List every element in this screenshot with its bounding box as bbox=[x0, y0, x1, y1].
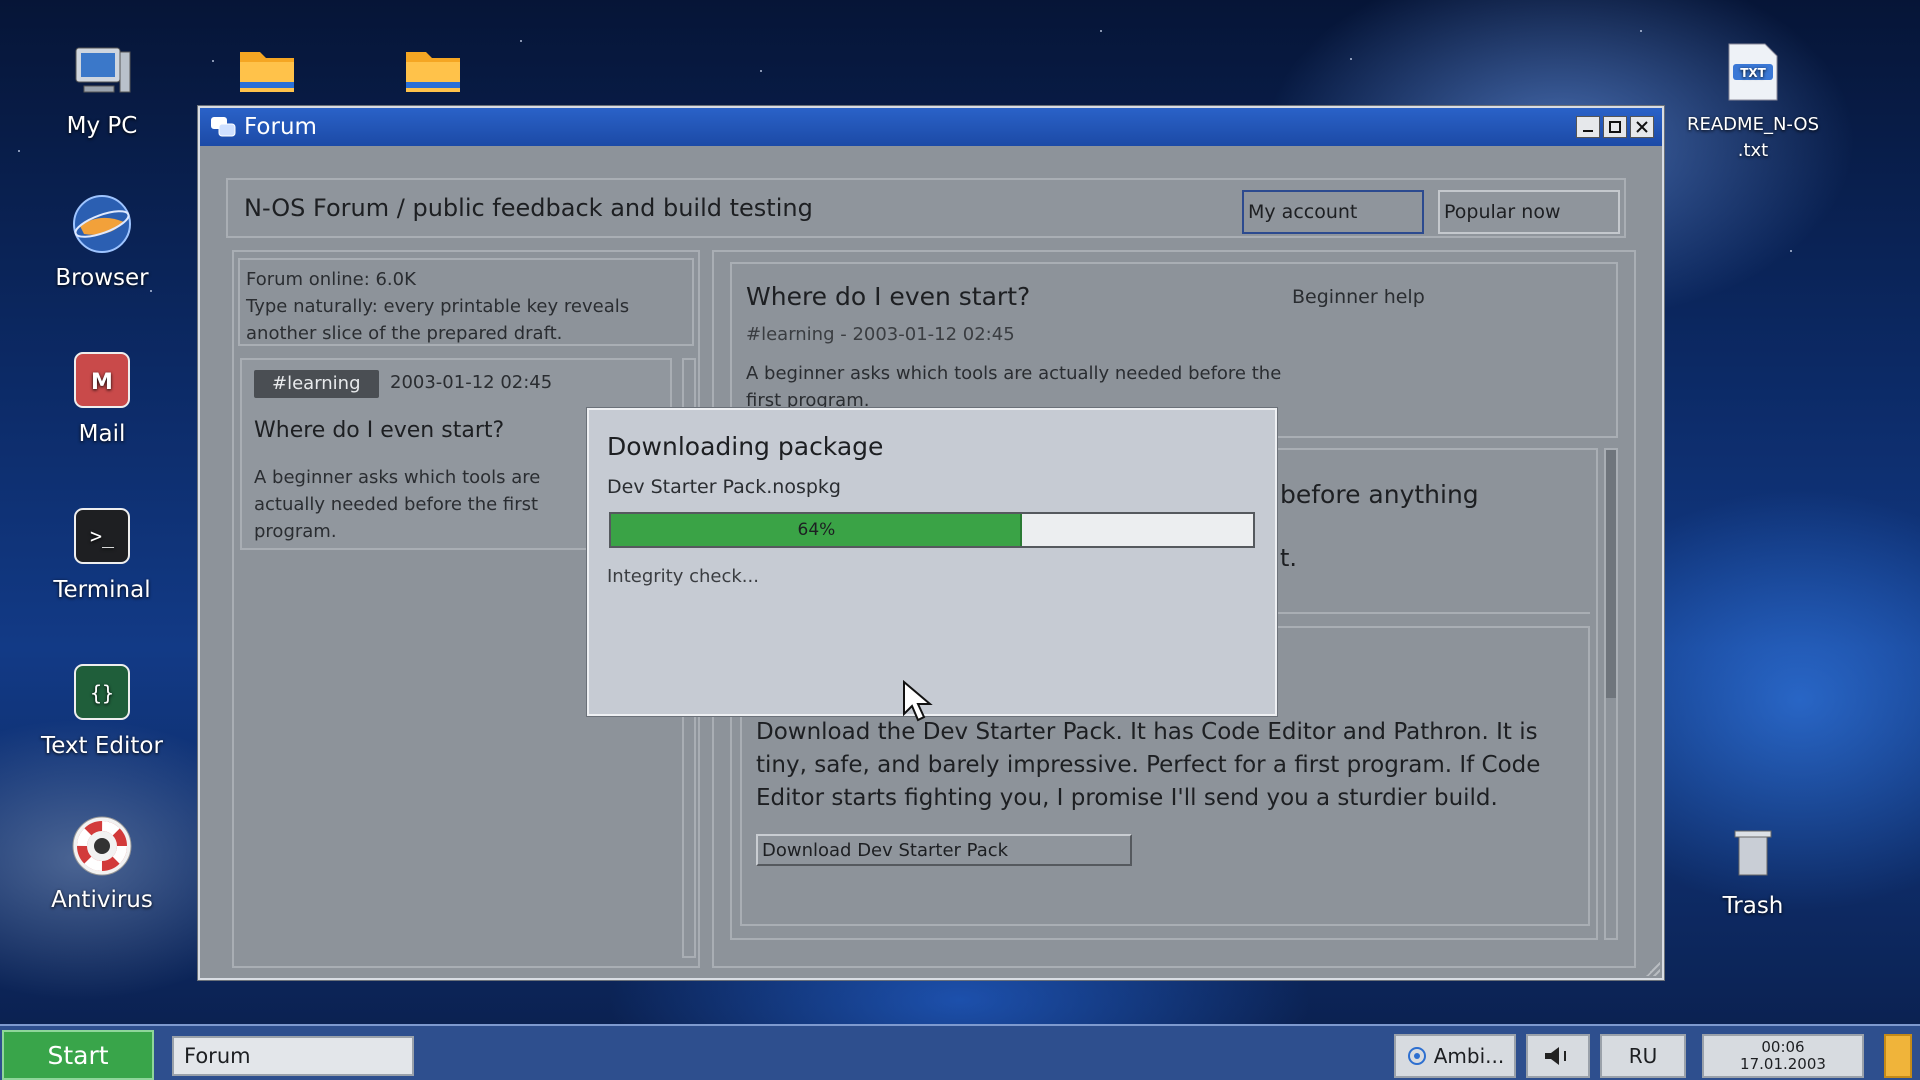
thread-view-scrollbar[interactable] bbox=[1604, 448, 1618, 940]
post-meta: #learning - 2003-01-12 02:45 bbox=[746, 324, 1015, 345]
window-titlebar[interactable]: Forum bbox=[200, 108, 1662, 146]
forum-header: N-OS Forum / public feedback and build t… bbox=[226, 178, 1626, 238]
my-account-button[interactable]: My account bbox=[1242, 190, 1424, 234]
desktop-icon-browser[interactable]: Browser bbox=[27, 192, 177, 292]
resize-grip[interactable] bbox=[1646, 962, 1660, 976]
download-dev-starter-pack-button[interactable]: Download Dev Starter Pack bbox=[756, 834, 1132, 866]
chat-bubbles-icon bbox=[211, 117, 236, 137]
readme-label-line2: .txt bbox=[1737, 140, 1769, 161]
mouse-cursor-icon bbox=[903, 680, 933, 722]
clock-date: 17.01.2003 bbox=[1740, 1055, 1826, 1073]
desktop-icon-label: Text Editor bbox=[41, 733, 163, 759]
post-category: Beginner help bbox=[1292, 286, 1425, 308]
desktop-icon-my-pc[interactable]: My PC bbox=[27, 40, 177, 140]
dialog-title: Downloading package bbox=[607, 432, 884, 461]
ambient-label: Ambi... bbox=[1433, 1044, 1505, 1068]
speaker-icon bbox=[1545, 1047, 1566, 1065]
close-button[interactable] bbox=[1630, 116, 1654, 138]
minimize-button[interactable] bbox=[1576, 116, 1600, 138]
scrollbar-thumb[interactable] bbox=[1606, 450, 1616, 698]
maximize-button[interactable] bbox=[1603, 116, 1627, 138]
popular-now-button[interactable]: Popular now bbox=[1438, 190, 1620, 234]
download-progress-bar: 64% bbox=[609, 512, 1255, 548]
taskbar: Start Forum Ambi... RU 00:06 17.01.2003 bbox=[0, 1024, 1920, 1080]
svg-text:>_: >_ bbox=[90, 524, 115, 548]
desktop-icon-label: Antivirus bbox=[51, 887, 153, 913]
desktop-icon-label: Trash bbox=[1722, 893, 1784, 919]
window-title: Forum bbox=[244, 114, 317, 140]
thread-tag: #learning bbox=[254, 370, 379, 398]
desktop-icon-trash[interactable]: Trash bbox=[1678, 820, 1828, 920]
readme-label-line1: README_N-OS bbox=[1686, 114, 1819, 135]
maximize-icon bbox=[1609, 121, 1621, 133]
desktop-icon-terminal[interactable]: >_ Terminal bbox=[27, 504, 177, 604]
desktop-icon-label: My PC bbox=[66, 113, 138, 139]
desktop-icon-antivirus[interactable]: Antivirus bbox=[27, 814, 177, 914]
taskbar-item-forum[interactable]: Forum bbox=[172, 1036, 414, 1076]
svg-text:M: M bbox=[91, 370, 113, 395]
forum-hint-text: Type naturally: every printable key reve… bbox=[246, 296, 630, 344]
folder-icon[interactable] bbox=[238, 44, 296, 98]
notification-bell-icon[interactable] bbox=[1884, 1034, 1912, 1078]
start-button[interactable]: Start bbox=[2, 1030, 154, 1080]
clock-time: 00:06 bbox=[1761, 1038, 1805, 1056]
progress-label: 64% bbox=[797, 520, 836, 540]
post-title: Where do I even start? bbox=[746, 282, 1031, 311]
forum-header-title: N-OS Forum / public feedback and build t… bbox=[244, 194, 813, 222]
ambient-icon bbox=[1407, 1047, 1426, 1065]
terminal-icon: >_ bbox=[70, 504, 134, 568]
desktop-icon-mail[interactable]: M Mail bbox=[27, 348, 177, 448]
minimize-icon bbox=[1583, 130, 1593, 132]
language-indicator[interactable]: RU bbox=[1600, 1034, 1686, 1078]
download-dialog: Downloading package Dev Starter Pack.nos… bbox=[587, 408, 1277, 716]
reply-text-fragment: t. bbox=[1280, 544, 1298, 572]
thread-title: Where do I even start? bbox=[254, 418, 505, 443]
svg-text:{}: {} bbox=[90, 681, 114, 705]
braces-icon: {} bbox=[70, 660, 134, 724]
ambient-button[interactable]: Ambi... bbox=[1394, 1034, 1516, 1078]
post-body: A beginner asks which tools are actually… bbox=[746, 363, 1282, 411]
trash-icon bbox=[1721, 820, 1785, 884]
dialog-file-name: Dev Starter Pack.nospkg bbox=[607, 476, 841, 498]
desktop-icon-label: Browser bbox=[55, 265, 149, 291]
mail-icon: M bbox=[70, 348, 134, 412]
desktop-icon-readme[interactable]: TXT README_N-OS .txt bbox=[1678, 40, 1828, 164]
desktop-icon-label: Terminal bbox=[53, 577, 151, 603]
forum-info-box: Forum online: 6.0K Type naturally: every… bbox=[238, 258, 694, 346]
desktop-icon-label: Mail bbox=[78, 421, 126, 447]
reply-body: Download the Dev Starter Pack. It has Co… bbox=[756, 719, 1541, 811]
forum-online-count: Forum online: 6.0K bbox=[246, 269, 416, 290]
folder-icon[interactable] bbox=[404, 44, 462, 98]
lifebuoy-icon bbox=[70, 814, 134, 878]
txt-badge: TXT bbox=[1740, 66, 1766, 80]
text-file-icon: TXT bbox=[1721, 40, 1785, 104]
reply-title-fragment: before anything bbox=[1280, 480, 1479, 509]
thread-excerpt: A beginner asks which tools are actually… bbox=[254, 467, 541, 542]
dialog-status: Integrity check... bbox=[607, 566, 759, 587]
volume-button[interactable] bbox=[1526, 1034, 1590, 1078]
clock[interactable]: 00:06 17.01.2003 bbox=[1702, 1034, 1864, 1078]
computer-icon bbox=[70, 40, 134, 104]
thread-date: 2003-01-12 02:45 bbox=[390, 372, 553, 393]
desktop-icon-text-editor[interactable]: {} Text Editor bbox=[27, 660, 177, 760]
globe-icon bbox=[70, 192, 134, 256]
close-icon bbox=[1636, 121, 1648, 133]
